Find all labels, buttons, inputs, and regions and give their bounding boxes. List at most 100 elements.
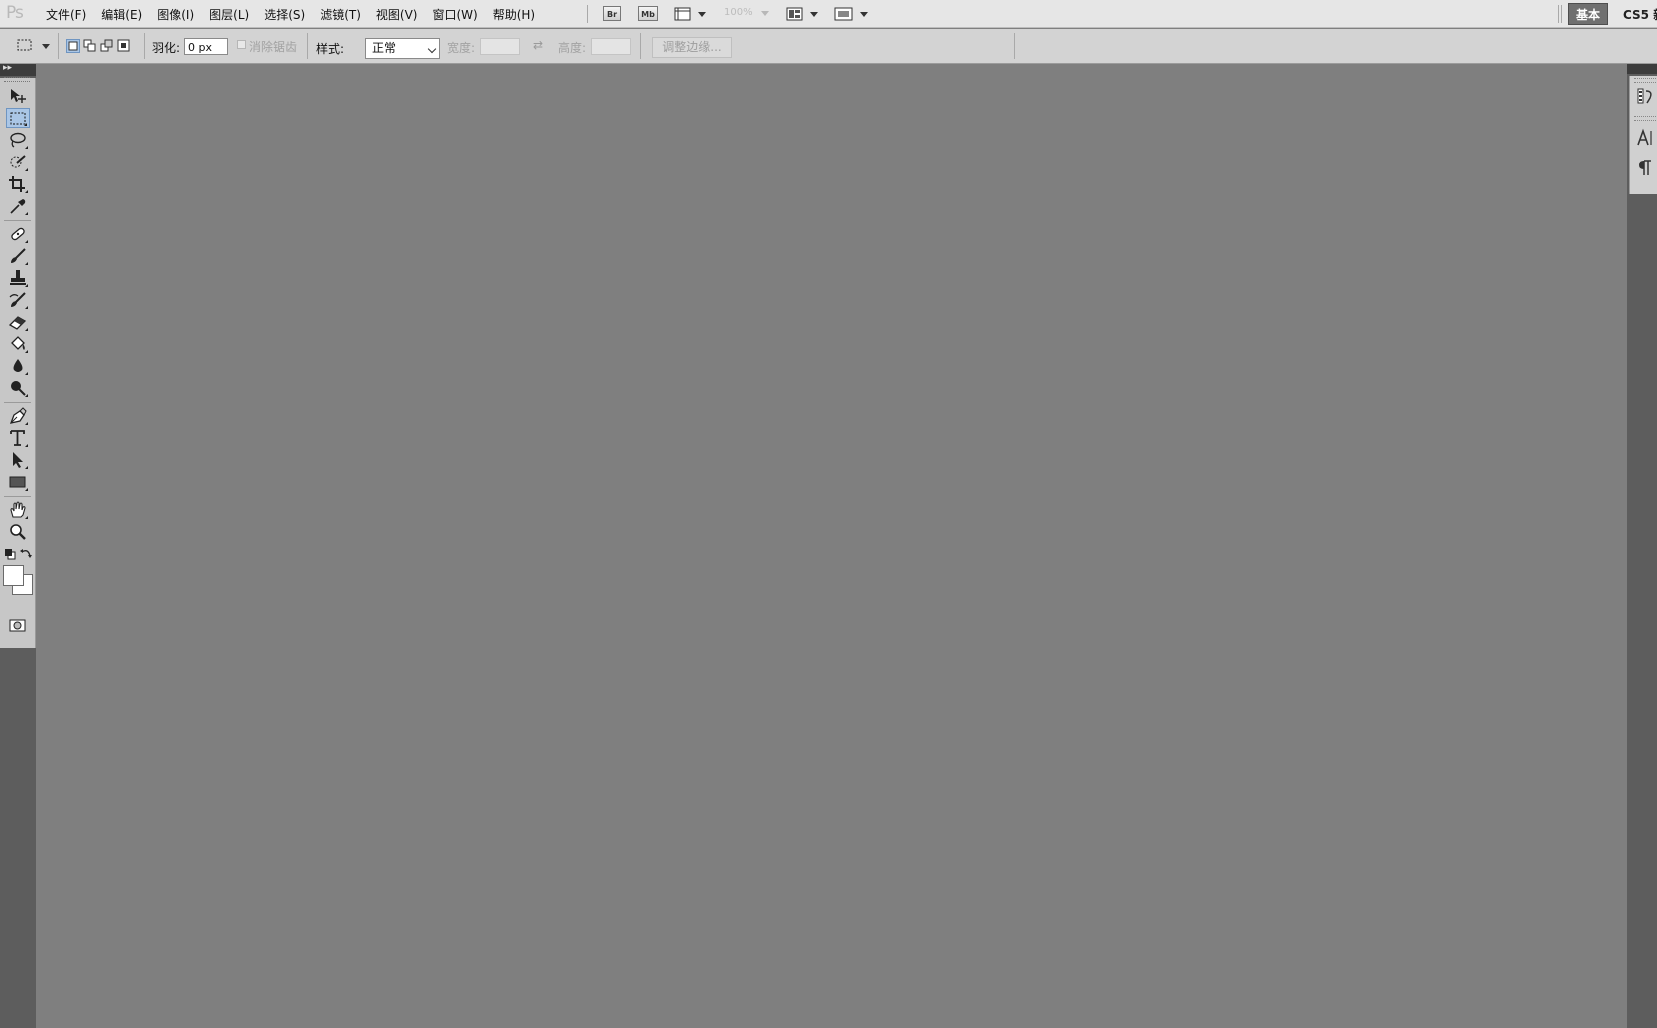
menu-help[interactable]: 帮助(H) bbox=[493, 0, 544, 28]
eyedropper-tool[interactable] bbox=[6, 196, 30, 216]
refine-edge-button[interactable]: 调整边缘... bbox=[652, 37, 732, 58]
chevron-down-icon bbox=[427, 44, 437, 54]
tool-flyout-indicator bbox=[25, 262, 28, 265]
tool-flyout-indicator bbox=[24, 123, 27, 126]
menu-select[interactable]: 选择(S) bbox=[264, 0, 314, 28]
move-icon bbox=[11, 89, 26, 103]
history-icon[interactable] bbox=[1636, 86, 1656, 106]
paint-bucket-tool[interactable] bbox=[6, 334, 30, 354]
launch-minibridge-button[interactable]: Mb bbox=[638, 6, 658, 21]
panel-grip[interactable] bbox=[1634, 116, 1656, 121]
view-extras-button[interactable] bbox=[674, 5, 708, 23]
style-select[interactable]: 正常 bbox=[365, 38, 440, 59]
feather-label: 羽化: bbox=[152, 41, 181, 55]
options-divider bbox=[58, 33, 59, 59]
marquee-preset-icon bbox=[17, 39, 32, 51]
lasso-tool[interactable] bbox=[6, 130, 30, 150]
subtract-from-selection-button[interactable] bbox=[100, 39, 114, 53]
zoom-level[interactable]: 100% bbox=[724, 7, 753, 18]
tool-flyout-indicator bbox=[25, 328, 28, 331]
hand-tool[interactable] bbox=[6, 500, 30, 520]
magnifier-icon bbox=[10, 524, 26, 540]
tool-flyout-indicator bbox=[25, 168, 28, 171]
arrange-documents-button[interactable] bbox=[786, 5, 820, 23]
style-label: 样式: bbox=[316, 42, 345, 56]
feather-input[interactable]: 0 px bbox=[184, 38, 228, 55]
options-divider bbox=[1014, 33, 1015, 59]
dock-header[interactable] bbox=[1627, 64, 1657, 74]
rectangle-tool[interactable] bbox=[6, 472, 30, 492]
menu-view[interactable]: 视图(V) bbox=[376, 0, 427, 28]
history-brush-tool[interactable] bbox=[6, 290, 30, 310]
options-divider bbox=[144, 33, 145, 59]
tools-panel-body bbox=[0, 77, 36, 648]
tool-flyout-indicator bbox=[25, 488, 28, 491]
rectangular-marquee-tool[interactable] bbox=[6, 108, 30, 128]
expand-panel-icon[interactable]: ▸▸ bbox=[3, 63, 12, 73]
workspace-essentials-button[interactable]: 基本 bbox=[1568, 3, 1608, 25]
right-panel-dock bbox=[1627, 64, 1657, 1028]
menu-divider bbox=[1561, 5, 1562, 23]
style-select-value: 正常 bbox=[372, 41, 397, 55]
tool-flyout-indicator bbox=[25, 372, 28, 375]
spot-healing-brush-tool[interactable] bbox=[6, 224, 30, 244]
height-label: 高度: bbox=[558, 41, 587, 55]
brush-tool[interactable] bbox=[6, 246, 30, 266]
launch-bridge-button[interactable]: Br bbox=[603, 6, 621, 21]
width-input[interactable] bbox=[480, 38, 520, 55]
quick-selection-tool[interactable] bbox=[6, 152, 30, 172]
options-spacer bbox=[445, 33, 446, 59]
width-label: 宽度: bbox=[447, 41, 476, 55]
pen-tool[interactable] bbox=[6, 406, 30, 426]
menu-file[interactable]: 文件(F) bbox=[46, 0, 95, 28]
paragraph-icon[interactable] bbox=[1636, 158, 1656, 178]
new-selection-button[interactable] bbox=[66, 39, 80, 53]
intersect-selection-icon bbox=[117, 39, 130, 52]
tool-flyout-indicator bbox=[25, 444, 28, 447]
screen-mode-button[interactable] bbox=[834, 5, 868, 23]
menu-window[interactable]: 窗口(W) bbox=[432, 0, 486, 28]
move-tool[interactable] bbox=[6, 86, 30, 106]
workspace-cs5-button[interactable]: CS5 新 bbox=[1623, 6, 1657, 23]
chevron-down-icon bbox=[698, 12, 706, 17]
intersect-selection-button[interactable] bbox=[117, 39, 131, 53]
tool-flyout-indicator bbox=[25, 306, 28, 309]
swap-colors-button[interactable] bbox=[20, 548, 32, 560]
tool-preset-picker[interactable] bbox=[16, 37, 52, 55]
zoom-tool[interactable] bbox=[6, 522, 30, 542]
options-divider bbox=[640, 33, 641, 59]
tool-flyout-indicator bbox=[25, 516, 28, 519]
screen-mode-icon bbox=[834, 7, 853, 21]
antialias-checkbox[interactable] bbox=[237, 40, 246, 49]
options-bar: 羽化: 0 px 消除锯齿 样式: 宽度: ⇄ 高度: bbox=[0, 29, 1657, 64]
menu-bar: Ps 文件(F) 编辑(E) 图像(I) 图层(L) 选择(S) 滤镜(T) 视… bbox=[0, 0, 1657, 28]
chevron-down-icon bbox=[810, 12, 818, 17]
tool-flyout-indicator bbox=[25, 284, 28, 287]
menu-filter[interactable]: 滤镜(T) bbox=[320, 0, 370, 28]
menu-edit[interactable]: 编辑(E) bbox=[101, 0, 151, 28]
menu-image[interactable]: 图像(I) bbox=[157, 0, 203, 28]
view-extras-icon bbox=[674, 7, 691, 21]
document-area[interactable] bbox=[36, 64, 1627, 1028]
add-to-selection-button[interactable] bbox=[83, 39, 97, 53]
crop-tool[interactable] bbox=[6, 174, 30, 194]
character-icon[interactable] bbox=[1636, 128, 1656, 148]
swap-dimensions-icon[interactable]: ⇄ bbox=[533, 38, 543, 52]
blur-tool[interactable] bbox=[6, 356, 30, 376]
default-colors-button[interactable] bbox=[4, 548, 16, 560]
height-input[interactable] bbox=[591, 38, 631, 55]
dodge-tool[interactable] bbox=[6, 378, 30, 398]
path-selection-tool[interactable] bbox=[6, 450, 30, 470]
foreground-color-swatch[interactable] bbox=[3, 565, 24, 586]
options-divider bbox=[307, 33, 308, 59]
panel-grip[interactable] bbox=[1634, 78, 1656, 83]
clone-stamp-tool[interactable] bbox=[6, 268, 30, 288]
tool-flyout-indicator bbox=[25, 394, 28, 397]
tools-panel-header[interactable]: ▸▸ bbox=[0, 63, 36, 76]
add-selection-icon bbox=[83, 39, 96, 52]
panel-grip[interactable] bbox=[4, 77, 30, 82]
eraser-tool[interactable] bbox=[6, 312, 30, 332]
quick-mask-button[interactable] bbox=[6, 616, 30, 636]
type-tool[interactable] bbox=[6, 428, 30, 448]
menu-layer[interactable]: 图层(L) bbox=[209, 0, 258, 28]
